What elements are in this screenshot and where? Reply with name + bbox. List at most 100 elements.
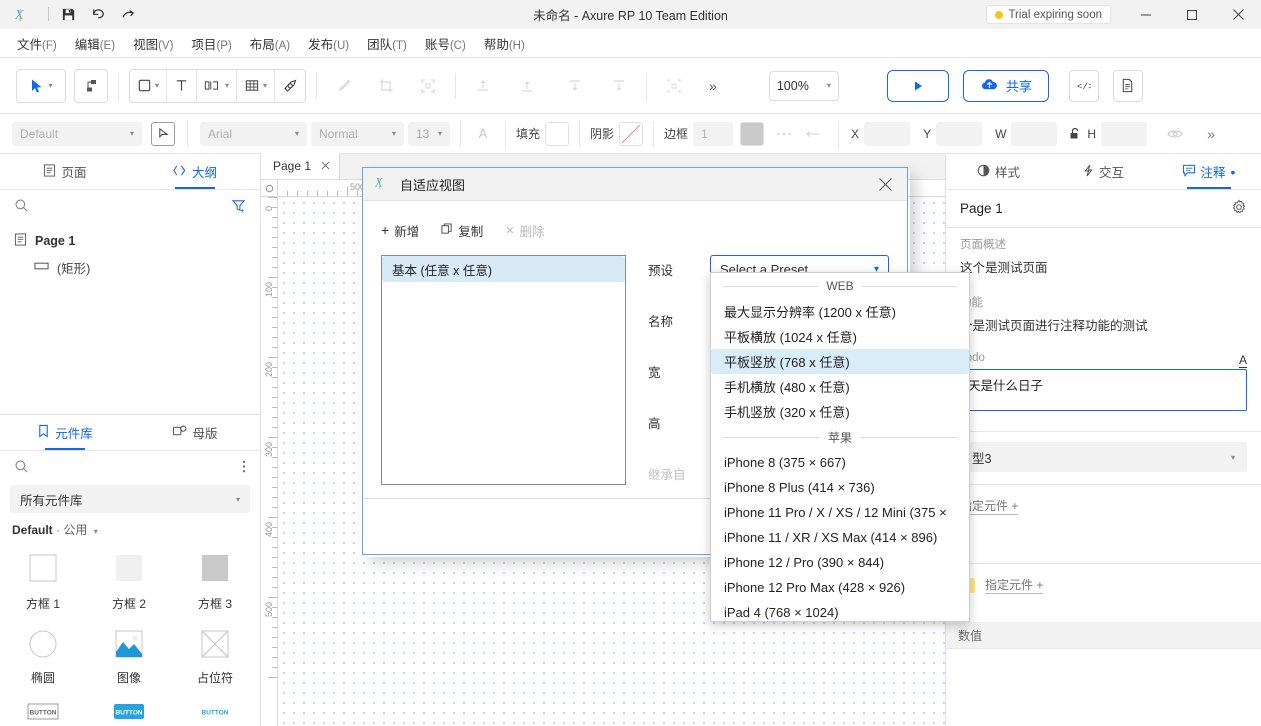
vertical-ruler[interactable]: 0 100 200 300 <box>261 197 278 726</box>
font-size-select[interactable]: 13 ▾ <box>408 122 450 146</box>
dynamic-panel-icon[interactable]: ▾ <box>197 70 237 102</box>
y-coordinate-field[interactable] <box>936 122 982 146</box>
redo-icon[interactable] <box>113 2 143 26</box>
widget-placeholder[interactable]: 占位符 <box>172 622 258 696</box>
assign-widget-link[interactable]: 指定元件 + <box>985 576 1043 594</box>
border-width-field[interactable]: 1 <box>693 122 733 146</box>
tab-notes[interactable]: 注释 • <box>1156 154 1261 189</box>
style-preset-select[interactable]: Default ▾ <box>12 122 142 146</box>
arrow-style-icon[interactable] <box>802 122 826 146</box>
kebab-menu-icon[interactable] <box>242 459 246 477</box>
height-field[interactable] <box>1101 122 1147 146</box>
text-color-icon[interactable]: A <box>471 122 495 146</box>
tab-style[interactable]: 样式 <box>946 154 1051 189</box>
duplicate-view-button[interactable]: 复制 <box>441 221 483 240</box>
font-weight-select[interactable]: Normal ▾ <box>311 122 404 146</box>
dropdown-item-iphone-8[interactable]: iPhone 8 (375 × 667) <box>711 450 969 475</box>
tab-interaction[interactable]: 交互 <box>1051 154 1156 189</box>
zoom-level-select[interactable]: 100% ▾ <box>769 71 839 101</box>
dropdown-item-iphone-12-pro-max[interactable]: iPhone 12 Pro Max (428 × 926) <box>711 575 969 600</box>
widget-box-1[interactable]: 方框 1 <box>0 546 86 622</box>
dropdown-item-iphone-8-plus[interactable]: iPhone 8 Plus (414 × 736) <box>711 475 969 500</box>
width-field[interactable] <box>1011 122 1057 146</box>
dropdown-item-max-resolution[interactable]: 最大显示分辨率 (1200 x 任意) <box>711 299 969 324</box>
preset-dropdown-menu[interactable]: WEB 最大显示分辨率 (1200 x 任意) 平板横放 (1024 x 任意)… <box>710 272 970 622</box>
widget-button-outline[interactable]: BUTTON <box>0 696 86 722</box>
widget-button-link[interactable]: BUTTON <box>172 696 258 722</box>
format-painter-icon[interactable] <box>151 122 175 146</box>
eye-icon[interactable] <box>1163 122 1187 146</box>
note-type-select[interactable]: 型3 ▾ <box>960 442 1247 472</box>
cursor-select-icon[interactable]: ▾ <box>16 69 66 103</box>
menu-team[interactable]: 团队(T) <box>358 30 416 57</box>
menu-project[interactable]: 项目(P) <box>182 30 240 57</box>
tab-masters[interactable]: 母版 <box>130 415 260 450</box>
slice-icon[interactable] <box>411 69 445 103</box>
pen-tool-icon[interactable] <box>275 70 305 102</box>
align-center-icon[interactable] <box>510 69 544 103</box>
page-tab-page-1[interactable]: Page 1 <box>261 153 340 179</box>
tab-outline[interactable]: 大纲 <box>130 154 260 189</box>
widget-ellipse[interactable]: 椭圆 <box>0 622 86 696</box>
border-color-swatch[interactable] <box>740 122 764 146</box>
tree-node-rectangle[interactable]: (矩形) <box>0 254 260 280</box>
more-chevrons-icon[interactable]: » <box>1201 126 1219 142</box>
unlock-icon[interactable] <box>1063 122 1087 146</box>
eyedropper-icon[interactable] <box>327 69 361 103</box>
close-icon[interactable] <box>321 159 330 173</box>
dropdown-item-iphone-11-pro[interactable]: iPhone 11 Pro / X / XS / 12 Mini (375 × <box>711 500 969 525</box>
library-select[interactable]: 所有元件库 ▾ <box>10 485 250 513</box>
menu-view[interactable]: 视图(V) <box>124 30 182 57</box>
text-format-icon[interactable]: A <box>1239 354 1247 368</box>
menu-edit[interactable]: 编辑(E) <box>66 30 124 57</box>
note-value[interactable]: 这个是测试页面 <box>960 257 1247 286</box>
gear-icon[interactable] <box>1231 199 1247 218</box>
add-view-button[interactable]: + 新增 <box>381 221 419 240</box>
dropdown-item-iphone-12[interactable]: iPhone 12 / Pro (390 × 844) <box>711 550 969 575</box>
maximize-icon[interactable] <box>1169 0 1215 29</box>
close-icon[interactable] <box>863 168 907 201</box>
dropdown-item-ipad-4[interactable]: iPad 4 (768 × 1024) <box>711 600 969 622</box>
note-value[interactable]: 个是测试页面进行注释功能的测试 <box>960 315 1247 344</box>
view-list-item[interactable]: 基本 (任意 x 任意) <box>382 256 625 282</box>
close-icon[interactable] <box>1215 0 1261 29</box>
font-family-select[interactable]: Arial ▾ <box>200 122 307 146</box>
trial-status-badge[interactable]: Trial expiring soon <box>986 5 1111 24</box>
fill-color-swatch[interactable] <box>545 122 569 146</box>
menu-publish[interactable]: 发布(U) <box>299 30 358 57</box>
more-chevrons-icon[interactable]: » <box>703 78 721 94</box>
connector-icon[interactable] <box>74 69 108 103</box>
align-bottom-icon[interactable] <box>558 69 592 103</box>
dashed-line-icon[interactable] <box>772 122 796 146</box>
dropdown-item-tablet-landscape[interactable]: 平板横放 (1024 x 任意) <box>711 324 969 349</box>
shadow-swatch[interactable] <box>619 122 643 146</box>
code-icon[interactable]: </> <box>1069 70 1099 102</box>
ruler-origin-icon[interactable] <box>261 180 278 197</box>
menu-file[interactable]: 文件(F) <box>8 30 66 57</box>
tree-node-page-1[interactable]: Page 1 <box>0 228 260 254</box>
filter-icon[interactable] <box>231 198 246 216</box>
share-button[interactable]: 共享 <box>963 70 1049 102</box>
document-icon[interactable] <box>1113 70 1143 102</box>
search-icon[interactable] <box>14 198 29 216</box>
crop-icon[interactable] <box>369 69 403 103</box>
menu-layout[interactable]: 布局(A) <box>241 30 299 57</box>
distribute-icon[interactable] <box>657 69 691 103</box>
menu-account[interactable]: 账号(C) <box>416 30 475 57</box>
text-tool-icon[interactable] <box>167 70 197 102</box>
x-coordinate-field[interactable] <box>864 122 910 146</box>
tab-pages[interactable]: 页面 <box>0 154 130 189</box>
widget-box-3[interactable]: 方框 3 <box>172 546 258 622</box>
dropdown-item-phone-portrait[interactable]: 手机竖放 (320 x 任意) <box>711 399 969 424</box>
widget-image[interactable]: 图像 <box>86 622 172 696</box>
rectangle-shape-icon[interactable]: ▾ <box>130 70 167 102</box>
preview-button[interactable] <box>887 70 949 102</box>
align-top-icon[interactable] <box>602 69 636 103</box>
align-left-icon[interactable] <box>466 69 500 103</box>
minimize-icon[interactable] <box>1123 0 1169 29</box>
undo-icon[interactable] <box>83 2 113 26</box>
save-icon[interactable] <box>53 2 83 26</box>
widget-button-filled[interactable]: BUTTON <box>86 696 172 722</box>
search-icon[interactable] <box>14 459 29 477</box>
table-icon[interactable]: ▾ <box>237 70 275 102</box>
